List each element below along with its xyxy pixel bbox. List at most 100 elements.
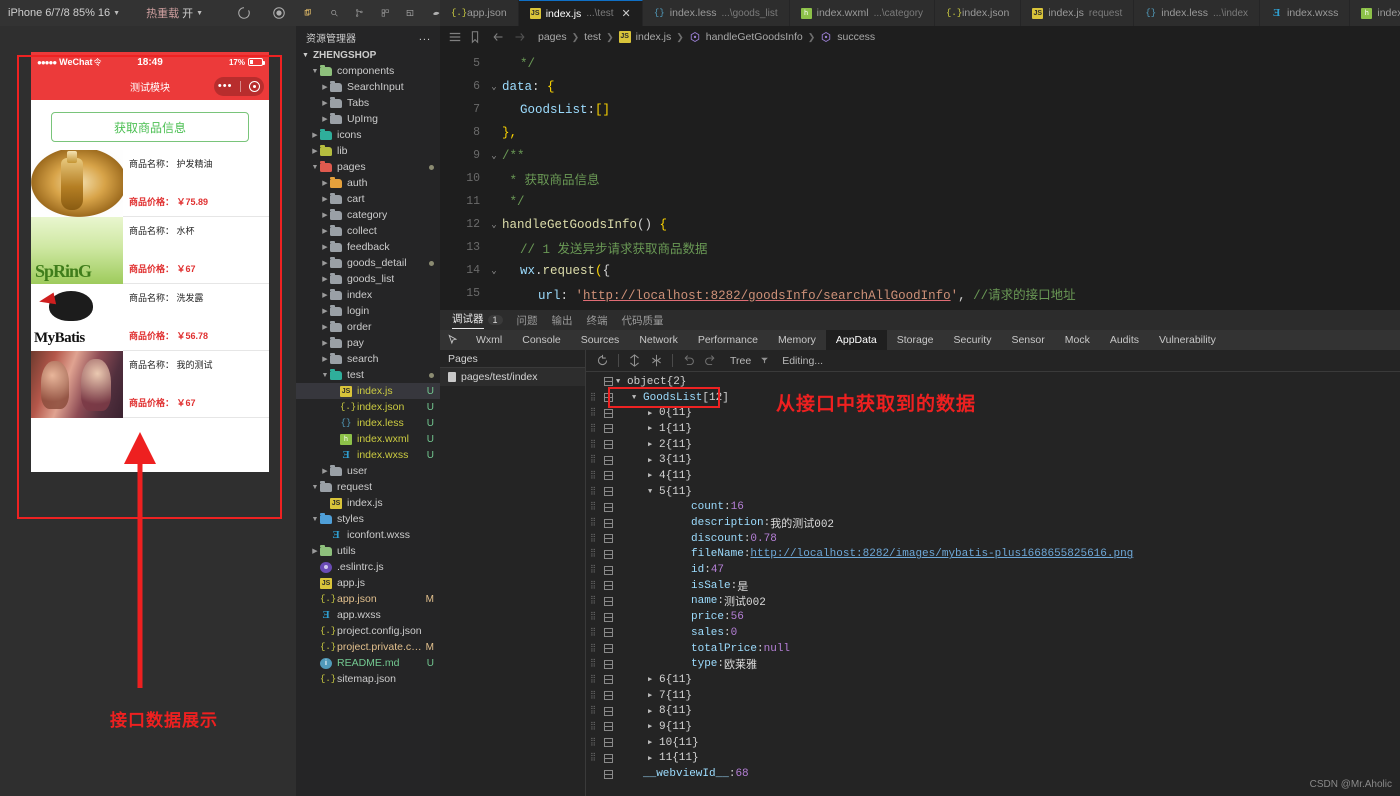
breadcrumb-item[interactable]: index.js [636,31,672,43]
drag-handle-icon[interactable]: ⣿ [586,550,600,558]
tree-folder[interactable]: ▶ order [296,319,440,335]
editor-tab[interactable]: JS index.js ...\test ✕ [518,0,643,26]
chevron-down-icon[interactable]: ▼ [616,378,627,386]
devtools-tab-security[interactable]: Security [944,330,1002,350]
chevron-right-icon[interactable]: ▶ [320,355,330,363]
row-toggle-icon[interactable] [600,455,616,465]
row-toggle-icon[interactable] [600,471,616,481]
tree-folder[interactable]: ▶ index [296,287,440,303]
drag-handle-icon[interactable]: ⣿ [586,597,600,605]
drag-handle-icon[interactable]: ⣿ [586,628,600,637]
devtools-tab-sensor[interactable]: Sensor [1001,330,1054,350]
bookmark-icon[interactable] [468,30,482,44]
drag-handle-icon[interactable]: ⣿ [586,581,600,590]
forward-arrow-icon[interactable] [512,30,526,44]
chevron-right-icon[interactable]: ▶ [320,115,330,123]
chevron-right-icon[interactable]: ▶ [648,675,659,684]
chevron-down-icon[interactable]: ▼ [310,516,320,523]
tree-mode-label[interactable]: Tree [730,355,751,367]
appdata-row[interactable]: ⣿ ▶ 8 {11} [586,703,1400,719]
tree-folder[interactable]: ▶ pay [296,335,440,351]
drag-handle-icon[interactable]: ⣿ [586,691,600,700]
code-content[interactable]: 5 */6 ⌄ data: {7 GoodsList:[] 8}, 9 ⌄/** 10 * 获取… [440,48,1400,305]
devtools-tab-audits[interactable]: Audits [1100,330,1149,350]
appdata-row[interactable]: ⣿ sales : 0 [586,625,1400,641]
devtools-top-tab[interactable]: 调试器 1 [452,311,503,329]
outline-icon[interactable] [448,30,462,44]
tree-file[interactable]: {.} index.json U [296,399,440,415]
chevron-right-icon[interactable]: ▶ [320,99,330,107]
tree-folder[interactable]: ▶ category [296,207,440,223]
row-toggle-icon[interactable] [600,424,616,434]
pages-list-item[interactable]: pages/test/index [440,368,585,386]
appdata-row[interactable]: ⣿ type : 欧莱雅 [586,656,1400,672]
breadcrumb-item[interactable]: test [584,31,601,43]
devtools-top-tab[interactable]: 代码质量 [622,313,664,328]
drag-handle-icon[interactable]: ⣿ [586,675,600,684]
tree-file[interactable]: Ǝapp.wxss [296,607,440,623]
test-icon[interactable] [432,6,441,20]
chevron-down-icon[interactable]: ▼ [648,488,659,496]
tree-file[interactable]: {.} sitemap.json [296,671,440,687]
appdata-row[interactable]: ⣿ count : 16 [586,500,1400,516]
get-goods-info-button[interactable]: 获取商品信息 [51,112,249,142]
editor-tab[interactable]: h index.wxml ...\category [789,0,936,26]
back-arrow-icon[interactable] [492,30,506,44]
drag-handle-icon[interactable]: ⣿ [586,440,600,449]
appdata-row[interactable]: ⣿ totalPrice : null [586,641,1400,657]
goods-item[interactable]: MyBatis 商品名称： 洗发露 商品价格： ￥56.78 [31,284,269,351]
chevron-right-icon[interactable]: ▶ [320,179,330,187]
drag-handle-icon[interactable]: ⣿ [586,424,600,433]
source-control-icon[interactable] [355,6,364,20]
tree-folder[interactable]: ▼ test [296,367,440,383]
drag-handle-icon[interactable]: ⣿ [586,534,600,543]
more-actions-icon[interactable]: ... [419,31,431,43]
tree-file[interactable]: {.} app.json M [296,591,440,607]
chevron-right-icon[interactable]: ▶ [648,722,659,731]
drag-handle-icon[interactable]: ⣿ [586,456,600,464]
tree-folder[interactable]: ▶ goods_list [296,271,440,287]
tree-folder[interactable]: ▶ search [296,351,440,367]
chevron-down-icon[interactable]: ▼ [310,68,320,75]
undo-icon[interactable] [682,354,695,367]
devtools-top-tab[interactable]: 问题 [517,313,538,328]
tree-folder[interactable]: ▶ UpImg [296,111,440,127]
drag-handle-icon[interactable]: ⣿ [586,738,600,747]
devtools-tab-memory[interactable]: Memory [768,330,826,350]
row-toggle-icon[interactable] [600,659,616,669]
debug-icon[interactable] [406,6,415,20]
appdata-row[interactable]: ⣿ ▶ 10 {11} [586,735,1400,751]
chevron-right-icon[interactable]: ▶ [310,147,320,155]
close-icon[interactable]: ✕ [622,7,631,20]
chevron-right-icon[interactable]: ▶ [320,83,330,91]
row-toggle-icon[interactable] [600,769,616,779]
drag-handle-icon[interactable]: ⣿ [586,660,600,668]
chevron-right-icon[interactable]: ▶ [310,547,320,555]
tree-folder[interactable]: ▶ login [296,303,440,319]
row-toggle-icon[interactable] [600,722,616,732]
tree-folder[interactable]: ▶ icons [296,127,440,143]
device-selector[interactable]: iPhone 6/7/8 85% 16 ▼ [8,7,120,19]
row-toggle-icon[interactable] [600,644,616,654]
appdata-row[interactable]: ⣿ ▶ 7 {11} [586,688,1400,704]
row-toggle-icon[interactable] [600,738,616,748]
editor-tab[interactable]: {} index.less ...\index [1134,0,1261,26]
chevron-right-icon[interactable]: ▶ [648,440,659,449]
appdata-row[interactable]: ⣿ ▶ 6 {11} [586,672,1400,688]
editor-tab[interactable]: Ǝindex.wxss [1260,0,1351,26]
chevron-right-icon[interactable]: ▶ [320,323,330,331]
appdata-row[interactable]: ⣿ ▶ 9 {11} [586,719,1400,735]
row-toggle-icon[interactable] [600,581,616,591]
tree-folder[interactable]: ▶ user [296,463,440,479]
drag-handle-icon[interactable]: ⣿ [586,393,600,402]
chevron-right-icon[interactable]: ▶ [648,754,659,763]
row-toggle-icon[interactable] [600,377,616,387]
drag-handle-icon[interactable]: ⣿ [586,722,600,731]
chevron-down-icon[interactable]: ▼ [310,484,320,491]
breadcrumb-item[interactable]: pages [538,31,567,43]
chevron-right-icon[interactable]: ▶ [648,738,659,747]
chevron-right-icon[interactable]: ▶ [320,275,330,283]
editor-tab[interactable]: hindex.wxml...\ind [1350,0,1400,26]
drag-handle-icon[interactable]: ⣿ [586,487,600,496]
tree-folder[interactable]: ▼ styles [296,511,440,527]
